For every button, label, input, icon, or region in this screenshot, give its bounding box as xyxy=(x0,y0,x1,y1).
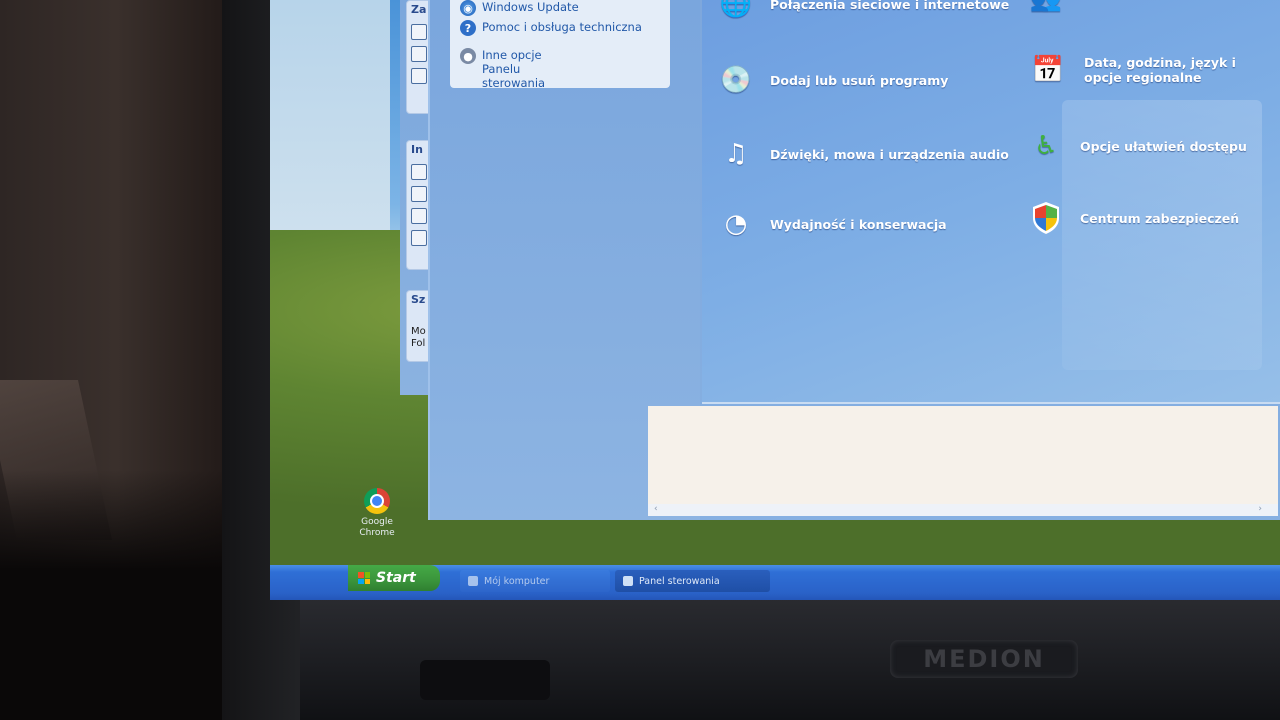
taskbar-button-control-panel[interactable]: Panel sterowania xyxy=(615,570,770,592)
taskbar-button-label: Panel sterowania xyxy=(639,575,720,587)
control-panel-icon xyxy=(623,576,633,586)
category-label: Dźwięki, mowa i urządzenia audio xyxy=(770,146,1009,162)
background-pane-icon xyxy=(411,68,427,84)
help-icon: ? xyxy=(460,20,476,36)
add-remove-programs-icon: 💿 xyxy=(719,65,753,95)
windows-logo-icon xyxy=(358,572,370,584)
desktop-icon-google-chrome[interactable]: Google Chrome xyxy=(352,488,402,539)
category-date-time[interactable]: 📅 Data, godzina, język i opcje regionaln… xyxy=(1022,42,1272,98)
taskbar-button-label: Mój komputer xyxy=(484,575,550,587)
see-also-panel: ◉ Windows Update ? Pomoc i obsługa techn… xyxy=(450,0,670,90)
horizontal-scrollbar[interactable]: ‹ › xyxy=(648,504,1278,516)
wallpaper-sky xyxy=(270,0,390,250)
other-options-icon: ● xyxy=(460,48,476,64)
category-label: Połączenia sieciowe i internetowe xyxy=(770,0,1010,12)
sidebar-link-label: Pomoc i obsługa techniczna xyxy=(482,20,642,34)
windows-update-icon: ◉ xyxy=(460,0,476,16)
category-add-remove-programs[interactable]: 💿 Dodaj lub usuń programy xyxy=(712,54,949,106)
background-pane-icon xyxy=(411,208,427,224)
sidebar-link-other-options[interactable]: ● Inne opcje Panelu sterowania xyxy=(460,48,580,90)
category-sounds[interactable]: ♫ Dźwięki, mowa i urządzenia audio xyxy=(712,130,1009,178)
screen: Google Chrome Za In Sz Mo Fol ◉ Windows … xyxy=(270,0,1280,600)
taskbar-button-my-computer[interactable]: Mój komputer xyxy=(460,570,610,592)
sidebar-link-label: Windows Update xyxy=(482,0,579,14)
category-label: Wydajność i konserwacja xyxy=(770,216,947,232)
category-label: Centrum zabezpieczeń xyxy=(1080,210,1240,226)
start-label: Start xyxy=(376,570,416,586)
background-pane-icon xyxy=(411,24,427,40)
laptop-hinge xyxy=(420,660,550,700)
category-label: Dodaj lub usuń programy xyxy=(770,72,949,88)
sidebar-link-help[interactable]: ? Pomoc i obsługa techniczna xyxy=(460,20,642,36)
network-icon: 🌐 xyxy=(719,0,753,19)
laptop-brand-logo: MEDION xyxy=(890,640,1078,678)
category-security-center[interactable]: Centrum zabezpieczeń xyxy=(1022,192,1239,244)
category-label: Opcje ułatwień dostępu xyxy=(1080,138,1247,154)
user-accounts-icon: 👥 xyxy=(1022,0,1070,13)
background-pane-icon xyxy=(411,186,427,202)
background-pane-icon xyxy=(411,46,427,62)
scroll-left-arrow[interactable]: ‹ xyxy=(654,504,658,514)
chrome-icon xyxy=(364,488,390,514)
category-accessibility[interactable]: ♿ Opcje ułatwień dostępu xyxy=(1022,120,1247,172)
start-button[interactable]: Start xyxy=(348,565,440,591)
category-view: 🌐 Połączenia sieciowe i internetowe 💿 Do… xyxy=(702,0,1280,404)
accessibility-icon: ♿ xyxy=(1034,131,1058,161)
desktop-icon-label: Google Chrome xyxy=(359,517,395,538)
category-label: Data, godzina, język i opcje regionalne xyxy=(1084,55,1236,85)
sidebar-link-label: Inne opcje Panelu sterowania xyxy=(482,48,546,90)
date-time-icon: 📅 xyxy=(1031,55,1065,85)
background-pane-icon xyxy=(411,230,427,246)
security-shield-icon xyxy=(1022,192,1070,244)
category-network-connections[interactable]: 🌐 Połączenia sieciowe i internetowe xyxy=(712,0,1009,22)
sidebar-link-windows-update[interactable]: ◉ Windows Update xyxy=(460,0,579,16)
scroll-right-arrow[interactable]: › xyxy=(1258,504,1262,514)
background-pane-icon xyxy=(411,164,427,180)
sound-icon: ♫ xyxy=(724,139,748,169)
computer-icon xyxy=(468,576,478,586)
control-panel-window: ◉ Windows Update ? Pomoc i obsługa techn… xyxy=(428,0,1280,520)
category-user-accounts[interactable]: 👥 xyxy=(1022,0,1080,13)
details-area xyxy=(648,406,1278,506)
category-performance[interactable]: ◔ Wydajność i konserwacja xyxy=(712,202,947,246)
laptop-bezel-bottom xyxy=(300,598,1280,720)
performance-icon: ◔ xyxy=(724,209,748,239)
